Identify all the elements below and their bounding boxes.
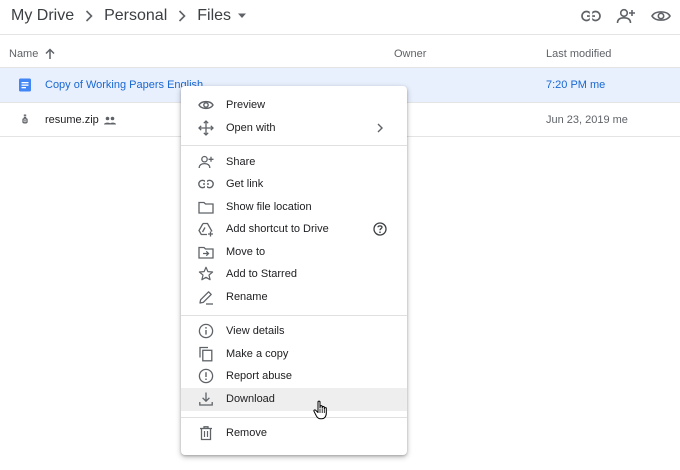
file-modified-date: 7:20 PM (546, 79, 587, 91)
menu-item-label: Rename (226, 291, 268, 303)
column-header-name-label: Name (9, 48, 39, 60)
link-icon[interactable] (578, 4, 604, 28)
help-icon[interactable] (373, 222, 387, 236)
trash-icon (198, 425, 214, 441)
copy-icon (198, 346, 214, 362)
menu-item-label: View details (226, 325, 285, 337)
menu-item-label: Open with (226, 122, 276, 134)
menu-item-label: Move to (226, 246, 266, 258)
menu-item-label: Get link (226, 178, 264, 190)
menu-item-label: Share (226, 156, 256, 168)
breadcrumb: My Drive Personal Files (11, 7, 247, 25)
top-bar: My Drive Personal Files (0, 0, 680, 34)
add-person-icon[interactable] (613, 4, 639, 28)
menu-item-label: Download (226, 393, 275, 405)
menu-item-label: Make a copy (226, 348, 289, 360)
menu-item-label: Add to Starred (226, 268, 297, 280)
menu-item-open-with[interactable]: Open with (181, 117, 407, 140)
dropdown-arrow-icon[interactable] (237, 11, 247, 21)
menu-divider (181, 315, 407, 316)
file-modified: 7:20 PM me (546, 79, 605, 91)
menu-item-label: Remove (226, 427, 267, 439)
column-header-name[interactable]: Name (9, 48, 55, 60)
file-name-label: resume.zip (45, 114, 99, 126)
sort-arrow-up-icon[interactable] (45, 48, 55, 60)
star-icon (198, 266, 214, 282)
menu-item-label: Add shortcut to Drive (226, 223, 329, 235)
link-icon (198, 176, 214, 192)
column-header-owner-label: Owner (394, 48, 427, 60)
move-arrows-icon (198, 120, 214, 136)
menu-item-download[interactable]: Download (181, 388, 407, 411)
file-modified-date: Jun 23, 2019 (546, 114, 610, 126)
folder-icon (198, 199, 214, 215)
menu-item-label: Report abuse (226, 370, 293, 382)
report-icon (198, 368, 214, 384)
shared-people-icon (103, 116, 117, 125)
menu-item-show-file-location[interactable]: Show file location (181, 196, 407, 219)
breadcrumb-files[interactable]: Files (197, 7, 231, 25)
file-modified-by: me (612, 114, 628, 126)
column-header-modified[interactable]: Last modified (546, 48, 611, 60)
column-header-modified-label: Last modified (546, 48, 612, 60)
column-header-owner[interactable]: Owner (394, 48, 426, 60)
pencil-icon (198, 289, 214, 305)
add-person-icon (198, 154, 214, 170)
menu-item-add-to-starred[interactable]: Add to Starred (181, 263, 407, 286)
menu-item-report-abuse[interactable]: Report abuse (181, 365, 407, 388)
move-to-folder-icon (198, 244, 214, 260)
menu-item-share[interactable]: Share (181, 151, 407, 174)
info-icon (198, 323, 214, 339)
chevron-right-icon (84, 9, 94, 23)
menu-item-preview[interactable]: Preview (181, 94, 407, 117)
eye-icon[interactable] (648, 4, 674, 28)
chevron-right-icon (177, 9, 187, 23)
menu-item-label: Show file location (226, 201, 312, 213)
menu-item-move-to[interactable]: Move to (181, 241, 407, 264)
file-modified: Jun 23, 2019 me (546, 114, 628, 126)
header-actions (569, 4, 680, 28)
context-menu: Preview Open with Share Get link Show fi… (181, 86, 407, 455)
hand-cursor-icon (313, 400, 329, 420)
menu-item-label: Preview (226, 99, 266, 111)
breadcrumb-my-drive[interactable]: My Drive (11, 7, 74, 25)
download-icon (198, 391, 214, 407)
menu-item-rename[interactable]: Rename (181, 286, 407, 309)
file-modified-by: me (589, 79, 606, 91)
eye-icon (198, 97, 214, 113)
header-divider (0, 34, 680, 35)
menu-divider (181, 417, 407, 418)
menu-divider (181, 145, 407, 146)
menu-item-get-link[interactable]: Get link (181, 173, 407, 196)
chevron-right-icon (373, 121, 387, 135)
google-doc-icon (18, 78, 32, 92)
menu-item-view-details[interactable]: View details (181, 320, 407, 343)
menu-item-add-shortcut[interactable]: Add shortcut to Drive (181, 218, 407, 241)
menu-item-make-a-copy[interactable]: Make a copy (181, 343, 407, 366)
drive-shortcut-icon (198, 221, 214, 237)
file-name[interactable]: resume.zip (45, 114, 117, 126)
zip-file-icon (18, 113, 32, 127)
file-name[interactable]: Copy of Working Papers English (45, 79, 203, 91)
menu-item-remove[interactable]: Remove (181, 422, 407, 445)
breadcrumb-personal[interactable]: Personal (104, 7, 167, 25)
